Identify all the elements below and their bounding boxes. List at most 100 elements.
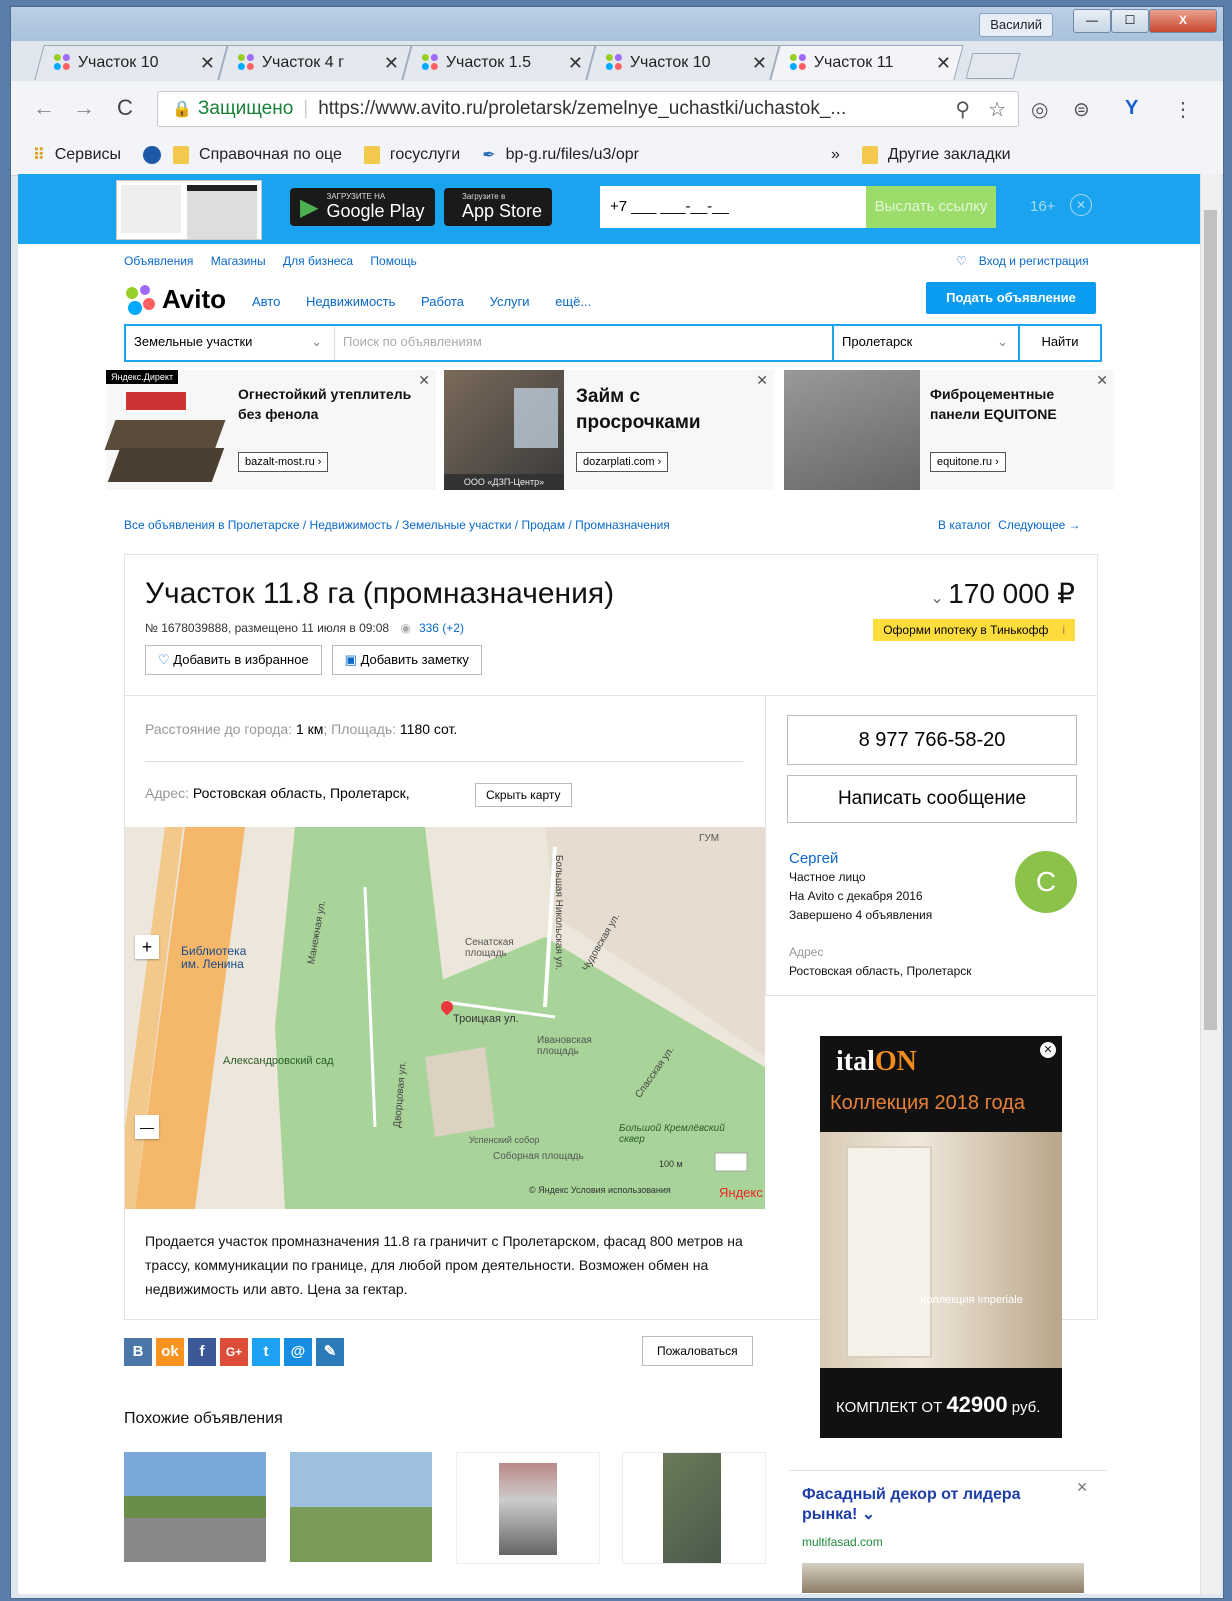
close-icon[interactable]: ✕ [1040, 1042, 1056, 1058]
mortgage-button[interactable]: Оформи ипотеку в Тинькофф i [873, 619, 1075, 641]
ad-2[interactable]: ООО «ДЗП-Центр» Займ с просрочками dozar… [444, 370, 774, 490]
facebook-icon[interactable]: f [188, 1338, 216, 1366]
bookmarks-more[interactable]: » [831, 146, 840, 164]
facade-ad[interactable]: Фасадный декор от лидера рынка! ⌄ multif… [788, 1470, 1108, 1594]
close-icon[interactable]: ✕ [1076, 1479, 1088, 1496]
yandex-extension-icon[interactable]: Y [1125, 97, 1138, 120]
ad-1[interactable]: Яндекс.Директ Огнестойкий утеплитель без… [104, 370, 436, 490]
ad-close-icon[interactable]: ✕ [756, 372, 768, 389]
app-store-button[interactable]: Загрузите в App Store [444, 188, 553, 226]
next-link[interactable]: Следующее → [998, 518, 1081, 532]
complain-button[interactable]: Пожаловаться [642, 1336, 753, 1366]
nav-realty[interactable]: Недвижимость [306, 294, 395, 309]
heart-icon[interactable]: ♡ [956, 254, 967, 268]
zoom-out-button[interactable]: — [135, 1115, 159, 1139]
zoom-icon[interactable]: ⚲ [955, 97, 970, 122]
write-message-button[interactable]: Написать сообщение [787, 775, 1077, 823]
twitter-icon[interactable]: t [252, 1338, 280, 1366]
zoom-in-button[interactable]: + [135, 935, 159, 959]
ad-close-icon[interactable]: ✕ [1096, 372, 1108, 389]
map-terms[interactable]: © Яндекс Условия использования [529, 1185, 671, 1195]
new-tab-button[interactable] [965, 53, 1021, 79]
similar-thumb-3[interactable] [456, 1452, 600, 1564]
bookmarks-bar: ⠿ Сервисы Справочная по оце госуслуги ✒ … [11, 135, 1223, 176]
tab-close-icon[interactable]: ✕ [568, 53, 583, 74]
tab-close-icon[interactable]: ✕ [384, 53, 399, 74]
vk-icon[interactable]: B [124, 1338, 152, 1366]
breadcrumb[interactable]: Все объявления в Пролетарске / Недвижимо… [124, 518, 670, 532]
nav-ads[interactable]: Объявления [124, 254, 193, 268]
bookmark-star-icon[interactable]: ☆ [988, 97, 1006, 122]
tab-2[interactable]: Участок 4 г ✕ [218, 45, 412, 80]
tab-close-icon[interactable]: ✕ [936, 53, 951, 74]
maximize-button[interactable]: ☐ [1111, 9, 1149, 33]
post-ad-button[interactable]: Подать объявление [926, 282, 1096, 314]
minimize-button[interactable]: — [1073, 9, 1111, 33]
seller-name[interactable]: Сергей [789, 849, 932, 868]
ad-3-link[interactable]: equitone.ru › [930, 452, 1006, 472]
similar-thumb-2[interactable] [290, 1452, 432, 1562]
similar-thumb-4[interactable] [622, 1452, 766, 1564]
nav-services[interactable]: Услуги [490, 294, 530, 309]
search-input[interactable]: Поиск по объявлениям [335, 326, 834, 360]
login-link[interactable]: ♡ Вход и регистрация [956, 254, 1089, 268]
add-favorite-button[interactable]: ♡ Добавить в избранное [145, 645, 322, 675]
ad-1-link[interactable]: bazalt-most.ru › [238, 452, 329, 472]
nav-business[interactable]: Для бизнеса [283, 254, 353, 268]
hide-map-button[interactable]: Скрыть карту [475, 783, 572, 807]
forward-icon[interactable]: → [73, 95, 95, 121]
tab-4[interactable]: Участок 10 ✕ [586, 45, 780, 80]
tab-close-icon[interactable]: ✕ [752, 53, 767, 74]
bookmark-1[interactable]: Справочная по оце [143, 146, 342, 164]
phone-input[interactable]: +7 ___ ___-__-__ [600, 186, 868, 228]
city-select[interactable]: Пролетарск ⌄ [834, 326, 1020, 360]
livejournal-icon[interactable]: ✎ [316, 1338, 344, 1366]
bookmark-3[interactable]: ✒ bp-g.ru/files/u3/opr [482, 145, 639, 165]
close-promo-icon[interactable]: ✕ [1070, 194, 1092, 216]
views-count[interactable]: 336 (+2) [419, 621, 464, 635]
ad-3[interactable]: Фиброцементные панели EQUITONE equitone.… [784, 370, 1114, 490]
phone-button[interactable]: 8 977 766-58-20 [787, 715, 1077, 765]
back-icon[interactable]: ← [33, 95, 55, 121]
google-plus-icon[interactable]: G+ [220, 1338, 248, 1366]
close-window-button[interactable]: X [1149, 9, 1217, 33]
scrollbar-thumb[interactable] [1204, 210, 1217, 1030]
tab-3[interactable]: Участок 1.5 ✕ [402, 45, 596, 80]
similar-thumb-1[interactable] [124, 1452, 266, 1562]
ad-2-link[interactable]: dozarplati.com › [576, 452, 669, 472]
category-select[interactable]: Земельные участки ⌄ [126, 326, 335, 360]
nav-more[interactable]: ещё... [555, 294, 591, 309]
nav-auto[interactable]: Авто [252, 294, 280, 309]
reload-icon[interactable]: C [117, 95, 133, 121]
address-bar[interactable]: 🔒 Защищено | https://www.avito.ru/prolet… [157, 91, 1019, 127]
tab-5-active[interactable]: Участок 11 ✕ [770, 45, 964, 80]
odnoklassniki-icon[interactable]: ok [156, 1338, 184, 1366]
italon-banner[interactable]: italON Коллекция 2018 года Коллекция Imp… [820, 1036, 1062, 1438]
nav-shops[interactable]: Магазины [211, 254, 266, 268]
map[interactable]: Сенатская площадь Троицкая ул. Ивановска… [125, 827, 765, 1209]
menu-dots-icon[interactable]: ⋮ [1173, 97, 1193, 122]
avito-logo[interactable]: Avito [126, 284, 226, 315]
bookmark-2[interactable]: госуслуги [363, 146, 460, 164]
profile-badge[interactable]: Василий [979, 13, 1053, 37]
google-play-button[interactable]: ▶ ЗАГРУЗИТЕ НА Google Play [290, 188, 435, 226]
nav-help[interactable]: Помощь [370, 254, 416, 268]
add-note-button[interactable]: ▣ Добавить заметку [331, 645, 482, 675]
bookmark-services[interactable]: ⠿ Сервисы [33, 145, 121, 165]
avatar[interactable]: С [1015, 851, 1077, 913]
tab-close-icon[interactable]: ✕ [200, 53, 215, 74]
tab-1[interactable]: Участок 10 ✕ [34, 45, 228, 80]
chevron-down-icon[interactable]: ⌄ [930, 590, 948, 607]
catalog-link[interactable]: В каталог [938, 518, 991, 532]
extension-icon[interactable]: ◎ [1031, 97, 1048, 122]
extension-2-icon[interactable]: ⊜ [1073, 97, 1090, 122]
nav-jobs[interactable]: Работа [421, 294, 464, 309]
vertical-scrollbar[interactable] [1200, 174, 1221, 1594]
avito-favicon-icon [605, 54, 624, 72]
listing-address: Адрес: Ростовская область, Пролетарск, [145, 785, 410, 801]
send-link-button[interactable]: Выслать ссылку [866, 186, 996, 228]
other-bookmarks[interactable]: Другие закладки [861, 146, 1011, 164]
mailru-icon[interactable]: @ [284, 1338, 312, 1366]
ad-close-icon[interactable]: ✕ [418, 372, 430, 389]
search-button[interactable]: Найти [1020, 326, 1100, 360]
